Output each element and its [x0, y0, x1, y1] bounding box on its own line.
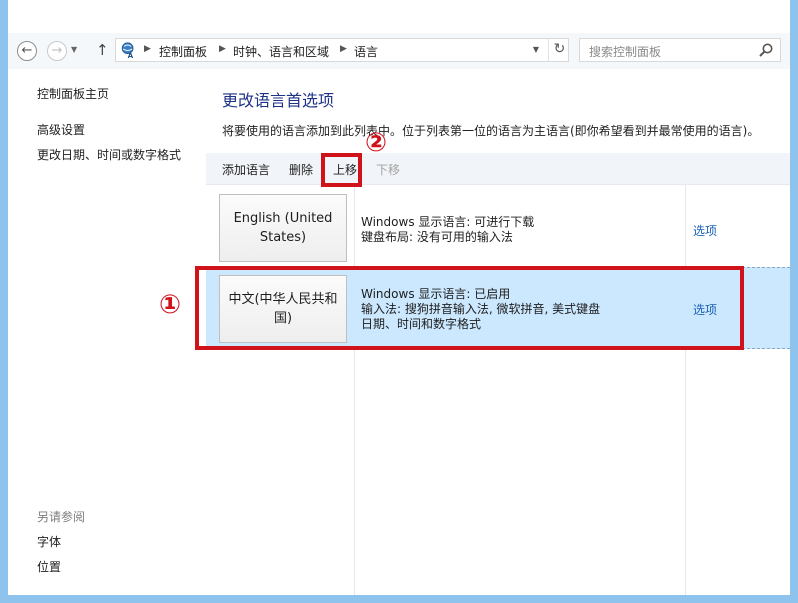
breadcrumb-separator-icon[interactable]: ▶ — [219, 44, 226, 54]
keyboard-layout-status: 键盘布局: 没有可用的输入法 — [361, 230, 513, 244]
svg-text:A: A — [128, 51, 134, 59]
up-button[interactable]: ↑ — [96, 41, 109, 59]
search-input[interactable]: 搜索控制面板 — [579, 38, 781, 62]
breadcrumb-language[interactable]: 语言 — [354, 43, 378, 60]
up-arrow-icon: ↑ — [96, 41, 109, 59]
language-options-link[interactable]: 选项 — [693, 222, 717, 239]
address-dropdown-icon[interactable]: ▼ — [524, 39, 548, 61]
back-button[interactable]: ← — [17, 41, 37, 61]
language-location-icon: A — [121, 42, 134, 59]
language-toolbar: 添加语言 删除 上移 下移 — [206, 153, 790, 185]
address-bar[interactable]: A ▶ 控制面板 ▶ 时钟、语言和区域 ▶ 语言 ▼ ↻ — [115, 38, 569, 62]
refresh-button[interactable]: ↻ — [548, 39, 570, 61]
forward-button[interactable]: → — [47, 41, 67, 61]
navigation-bar: ← → ▼ ↑ A ▶ 控制面板 ▶ 时钟、语言和区域 ▶ 语言 ▼ ↻ 搜索控… — [8, 33, 790, 69]
see-also-heading: 另请参阅 — [37, 510, 86, 524]
advanced-settings-link[interactable]: 高级设置 — [37, 121, 85, 138]
language-row-english[interactable]: English (United States) Windows 显示语言: 可进… — [206, 185, 790, 265]
breadcrumb-clock-language-region[interactable]: 时钟、语言和区域 — [233, 43, 329, 60]
annotation-box-move-up — [321, 153, 362, 187]
display-language-status: Windows 显示语言: 可进行下载 — [361, 215, 535, 229]
annotation-box-chinese-row — [195, 266, 744, 350]
breadcrumb-separator-icon[interactable]: ▶ — [340, 44, 347, 54]
breadcrumb-separator-icon[interactable]: ▶ — [144, 44, 151, 54]
recent-locations-dropdown-icon[interactable]: ▼ — [71, 45, 77, 54]
back-arrow-icon: ← — [21, 43, 33, 58]
page-title: 更改语言首选项 — [222, 91, 335, 110]
add-language-button[interactable]: 添加语言 — [222, 161, 270, 178]
language-info: Windows 显示语言: 可进行下载 键盘布局: 没有可用的输入法 — [361, 215, 534, 245]
remove-button[interactable]: 删除 — [289, 161, 313, 178]
annotation-marker-2: ② — [365, 128, 388, 158]
search-placeholder: 搜索控制面板 — [589, 45, 662, 59]
move-down-button[interactable]: 下移 — [376, 161, 400, 178]
change-date-time-format-link[interactable]: 更改日期、时间或数字格式 — [37, 146, 181, 163]
breadcrumb-control-panel[interactable]: 控制面板 — [159, 43, 207, 60]
refresh-icon: ↻ — [553, 41, 566, 57]
location-link[interactable]: 位置 — [37, 558, 61, 575]
search-icon[interactable] — [758, 42, 774, 58]
fonts-link[interactable]: 字体 — [37, 533, 61, 550]
language-tile[interactable]: English (United States) — [219, 194, 347, 262]
page-description: 将要使用的语言添加到此列表中。位于列表第一位的语言为主语言(即你希望看到并最常使… — [222, 124, 760, 138]
control-panel-home-link[interactable]: 控制面板主页 — [37, 85, 109, 102]
forward-arrow-icon: → — [51, 43, 63, 58]
annotation-marker-1: ① — [159, 290, 182, 320]
left-navigation-pane: 控制面板主页 高级设置 更改日期、时间或数字格式 另请参阅 字体 位置 — [8, 69, 206, 595]
